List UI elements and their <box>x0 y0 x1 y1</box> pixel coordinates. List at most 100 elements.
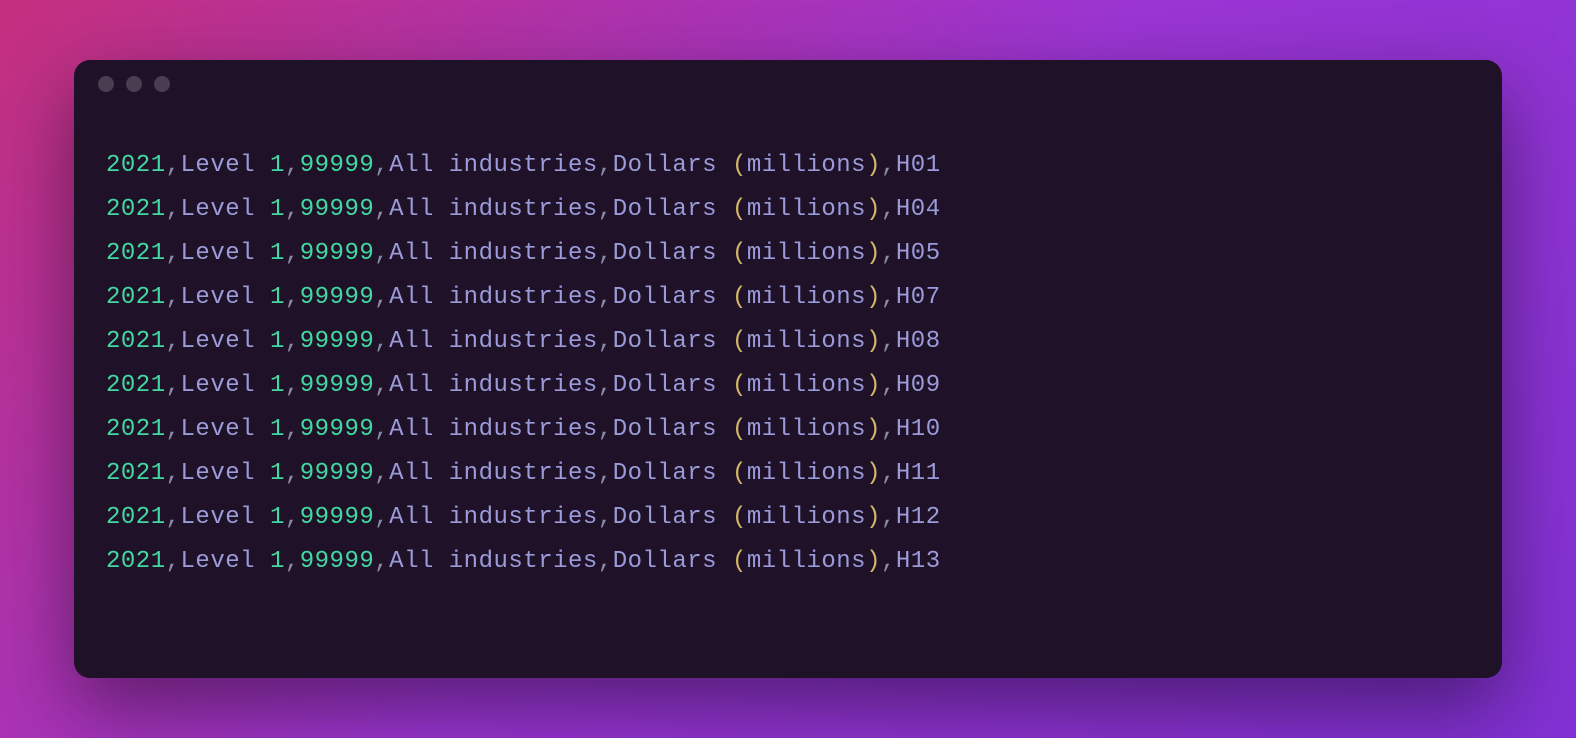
token-level-num: 1 <box>270 416 285 443</box>
token-industry: All industries <box>389 240 598 267</box>
token-unit-word: Dollars <box>613 416 717 443</box>
code-content: 2021,Level 1,99999,All industries,Dollar… <box>74 108 1502 616</box>
token-space <box>717 196 732 223</box>
token-comma: , <box>166 152 181 179</box>
token-year: 2021 <box>106 460 166 487</box>
token-comma: , <box>374 416 389 443</box>
token-paren-open: ( <box>732 460 747 487</box>
token-unit-word: Dollars <box>613 372 717 399</box>
token-paren-close: ) <box>866 504 881 531</box>
token-industry: All industries <box>389 372 598 399</box>
token-code: 99999 <box>300 416 375 443</box>
token-year: 2021 <box>106 196 166 223</box>
token-level-word: Level <box>181 196 256 223</box>
token-space <box>255 328 270 355</box>
token-space <box>717 328 732 355</box>
token-year: 2021 <box>106 240 166 267</box>
token-code: 99999 <box>300 548 375 575</box>
token-comma: , <box>285 460 300 487</box>
token-comma: , <box>285 240 300 267</box>
token-level-word: Level <box>181 328 256 355</box>
maximize-icon[interactable] <box>154 76 170 92</box>
token-unit-word: Dollars <box>613 196 717 223</box>
token-unit-paren: millions <box>747 240 866 267</box>
token-unit-paren: millions <box>747 284 866 311</box>
token-level-num: 1 <box>270 328 285 355</box>
token-comma: , <box>374 372 389 399</box>
token-suffix: H05 <box>896 240 941 267</box>
token-paren-open: ( <box>732 372 747 399</box>
token-suffix: H11 <box>896 460 941 487</box>
token-space <box>255 372 270 399</box>
token-paren-close: ) <box>866 152 881 179</box>
token-suffix: H07 <box>896 284 941 311</box>
token-industry: All industries <box>389 416 598 443</box>
token-comma: , <box>374 152 389 179</box>
token-comma: , <box>374 504 389 531</box>
token-suffix: H08 <box>896 328 941 355</box>
token-unit-word: Dollars <box>613 152 717 179</box>
minimize-icon[interactable] <box>126 76 142 92</box>
token-comma: , <box>881 460 896 487</box>
token-paren-open: ( <box>732 416 747 443</box>
token-comma: , <box>285 284 300 311</box>
token-comma: , <box>285 196 300 223</box>
token-level-word: Level <box>181 416 256 443</box>
token-space <box>255 152 270 179</box>
token-comma: , <box>374 240 389 267</box>
token-code: 99999 <box>300 152 375 179</box>
token-comma: , <box>881 372 896 399</box>
token-unit-paren: millions <box>747 416 866 443</box>
token-comma: , <box>881 284 896 311</box>
code-window: 2021,Level 1,99999,All industries,Dollar… <box>74 60 1502 678</box>
token-industry: All industries <box>389 152 598 179</box>
token-unit-word: Dollars <box>613 504 717 531</box>
token-paren-open: ( <box>732 548 747 575</box>
token-unit-word: Dollars <box>613 548 717 575</box>
token-year: 2021 <box>106 416 166 443</box>
token-space <box>255 460 270 487</box>
token-year: 2021 <box>106 284 166 311</box>
token-suffix: H01 <box>896 152 941 179</box>
code-line: 2021,Level 1,99999,All industries,Dollar… <box>106 320 1470 364</box>
token-comma: , <box>598 152 613 179</box>
token-level-num: 1 <box>270 372 285 399</box>
token-code: 99999 <box>300 460 375 487</box>
code-line: 2021,Level 1,99999,All industries,Dollar… <box>106 452 1470 496</box>
token-level-num: 1 <box>270 284 285 311</box>
token-paren-open: ( <box>732 504 747 531</box>
code-line: 2021,Level 1,99999,All industries,Dollar… <box>106 540 1470 584</box>
token-level-word: Level <box>181 504 256 531</box>
token-comma: , <box>374 460 389 487</box>
token-level-word: Level <box>181 240 256 267</box>
window-titlebar <box>74 60 1502 108</box>
token-comma: , <box>881 240 896 267</box>
token-code: 99999 <box>300 196 375 223</box>
token-unit-paren: millions <box>747 460 866 487</box>
token-unit-word: Dollars <box>613 284 717 311</box>
token-space <box>717 152 732 179</box>
token-space <box>717 284 732 311</box>
token-comma: , <box>285 504 300 531</box>
token-suffix: H09 <box>896 372 941 399</box>
token-space <box>717 416 732 443</box>
token-unit-paren: millions <box>747 196 866 223</box>
token-level-num: 1 <box>270 152 285 179</box>
token-suffix: H13 <box>896 548 941 575</box>
token-paren-open: ( <box>732 196 747 223</box>
close-icon[interactable] <box>98 76 114 92</box>
token-paren-open: ( <box>732 284 747 311</box>
token-level-num: 1 <box>270 240 285 267</box>
token-year: 2021 <box>106 504 166 531</box>
token-paren-close: ) <box>866 416 881 443</box>
code-line: 2021,Level 1,99999,All industries,Dollar… <box>106 188 1470 232</box>
code-line: 2021,Level 1,99999,All industries,Dollar… <box>106 408 1470 452</box>
token-unit-word: Dollars <box>613 460 717 487</box>
token-comma: , <box>598 240 613 267</box>
token-space <box>255 196 270 223</box>
token-space <box>255 416 270 443</box>
token-space <box>717 548 732 575</box>
token-unit-paren: millions <box>747 504 866 531</box>
token-unit-paren: millions <box>747 372 866 399</box>
token-comma: , <box>166 240 181 267</box>
